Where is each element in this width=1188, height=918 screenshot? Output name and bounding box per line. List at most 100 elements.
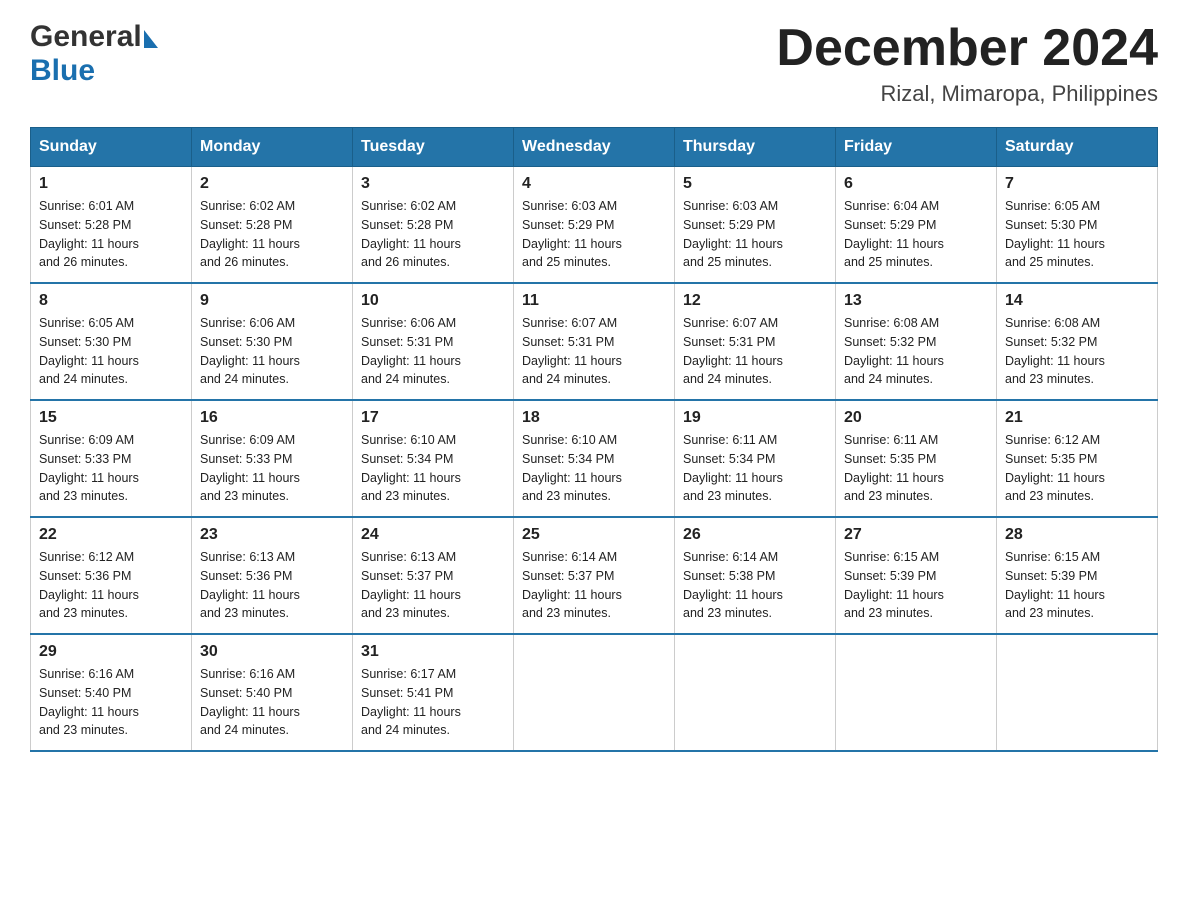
calendar-cell: 2 Sunrise: 6:02 AM Sunset: 5:28 PM Dayli…	[192, 167, 353, 284]
calendar-cell: 30 Sunrise: 6:16 AM Sunset: 5:40 PM Dayl…	[192, 634, 353, 751]
calendar-cell: 27 Sunrise: 6:15 AM Sunset: 5:39 PM Dayl…	[836, 517, 997, 634]
title-section: December 2024 Rizal, Mimaropa, Philippin…	[776, 20, 1158, 107]
day-header-monday: Monday	[192, 128, 353, 167]
calendar-cell: 28 Sunrise: 6:15 AM Sunset: 5:39 PM Dayl…	[997, 517, 1158, 634]
calendar-cell: 24 Sunrise: 6:13 AM Sunset: 5:37 PM Dayl…	[353, 517, 514, 634]
calendar-cell: 8 Sunrise: 6:05 AM Sunset: 5:30 PM Dayli…	[31, 283, 192, 400]
location-title: Rizal, Mimaropa, Philippines	[776, 81, 1158, 107]
day-info: Sunrise: 6:08 AM Sunset: 5:32 PM Dayligh…	[844, 316, 944, 386]
day-info: Sunrise: 6:16 AM Sunset: 5:40 PM Dayligh…	[200, 667, 300, 737]
day-header-wednesday: Wednesday	[514, 128, 675, 167]
day-info: Sunrise: 6:05 AM Sunset: 5:30 PM Dayligh…	[1005, 199, 1105, 269]
day-info: Sunrise: 6:04 AM Sunset: 5:29 PM Dayligh…	[844, 199, 944, 269]
calendar-cell: 18 Sunrise: 6:10 AM Sunset: 5:34 PM Dayl…	[514, 400, 675, 517]
calendar-cell: 10 Sunrise: 6:06 AM Sunset: 5:31 PM Dayl…	[353, 283, 514, 400]
day-info: Sunrise: 6:05 AM Sunset: 5:30 PM Dayligh…	[39, 316, 139, 386]
day-info: Sunrise: 6:11 AM Sunset: 5:34 PM Dayligh…	[683, 433, 783, 503]
calendar-cell: 12 Sunrise: 6:07 AM Sunset: 5:31 PM Dayl…	[675, 283, 836, 400]
calendar-cell: 15 Sunrise: 6:09 AM Sunset: 5:33 PM Dayl…	[31, 400, 192, 517]
day-number: 21	[1005, 409, 1149, 427]
calendar-cell: 29 Sunrise: 6:16 AM Sunset: 5:40 PM Dayl…	[31, 634, 192, 751]
day-number: 6	[844, 175, 988, 193]
calendar-week-row: 22 Sunrise: 6:12 AM Sunset: 5:36 PM Dayl…	[31, 517, 1158, 634]
calendar-table: SundayMondayTuesdayWednesdayThursdayFrid…	[30, 127, 1158, 752]
calendar-week-row: 15 Sunrise: 6:09 AM Sunset: 5:33 PM Dayl…	[31, 400, 1158, 517]
calendar-cell: 7 Sunrise: 6:05 AM Sunset: 5:30 PM Dayli…	[997, 167, 1158, 284]
day-info: Sunrise: 6:17 AM Sunset: 5:41 PM Dayligh…	[361, 667, 461, 737]
day-info: Sunrise: 6:01 AM Sunset: 5:28 PM Dayligh…	[39, 199, 139, 269]
day-number: 27	[844, 526, 988, 544]
day-info: Sunrise: 6:07 AM Sunset: 5:31 PM Dayligh…	[522, 316, 622, 386]
calendar-cell	[836, 634, 997, 751]
day-number: 17	[361, 409, 505, 427]
calendar-cell: 31 Sunrise: 6:17 AM Sunset: 5:41 PM Dayl…	[353, 634, 514, 751]
day-number: 18	[522, 409, 666, 427]
day-info: Sunrise: 6:06 AM Sunset: 5:31 PM Dayligh…	[361, 316, 461, 386]
day-number: 7	[1005, 175, 1149, 193]
logo-general-text: General	[30, 20, 142, 54]
day-info: Sunrise: 6:03 AM Sunset: 5:29 PM Dayligh…	[683, 199, 783, 269]
day-number: 4	[522, 175, 666, 193]
logo: General Blue	[30, 20, 158, 88]
day-info: Sunrise: 6:02 AM Sunset: 5:28 PM Dayligh…	[361, 199, 461, 269]
day-info: Sunrise: 6:02 AM Sunset: 5:28 PM Dayligh…	[200, 199, 300, 269]
calendar-cell: 22 Sunrise: 6:12 AM Sunset: 5:36 PM Dayl…	[31, 517, 192, 634]
day-number: 8	[39, 292, 183, 310]
day-header-sunday: Sunday	[31, 128, 192, 167]
logo-arrow-icon	[144, 30, 158, 48]
day-info: Sunrise: 6:13 AM Sunset: 5:36 PM Dayligh…	[200, 550, 300, 620]
day-number: 28	[1005, 526, 1149, 544]
calendar-week-row: 1 Sunrise: 6:01 AM Sunset: 5:28 PM Dayli…	[31, 167, 1158, 284]
calendar-cell: 16 Sunrise: 6:09 AM Sunset: 5:33 PM Dayl…	[192, 400, 353, 517]
day-number: 19	[683, 409, 827, 427]
calendar-week-row: 29 Sunrise: 6:16 AM Sunset: 5:40 PM Dayl…	[31, 634, 1158, 751]
logo-blue-text: Blue	[30, 54, 95, 88]
calendar-cell: 5 Sunrise: 6:03 AM Sunset: 5:29 PM Dayli…	[675, 167, 836, 284]
day-number: 15	[39, 409, 183, 427]
calendar-cell: 9 Sunrise: 6:06 AM Sunset: 5:30 PM Dayli…	[192, 283, 353, 400]
calendar-cell: 13 Sunrise: 6:08 AM Sunset: 5:32 PM Dayl…	[836, 283, 997, 400]
calendar-cell	[997, 634, 1158, 751]
calendar-cell: 14 Sunrise: 6:08 AM Sunset: 5:32 PM Dayl…	[997, 283, 1158, 400]
day-info: Sunrise: 6:10 AM Sunset: 5:34 PM Dayligh…	[522, 433, 622, 503]
day-header-thursday: Thursday	[675, 128, 836, 167]
day-number: 29	[39, 643, 183, 661]
month-title: December 2024	[776, 20, 1158, 77]
day-info: Sunrise: 6:11 AM Sunset: 5:35 PM Dayligh…	[844, 433, 944, 503]
day-number: 3	[361, 175, 505, 193]
calendar-cell: 3 Sunrise: 6:02 AM Sunset: 5:28 PM Dayli…	[353, 167, 514, 284]
day-info: Sunrise: 6:16 AM Sunset: 5:40 PM Dayligh…	[39, 667, 139, 737]
calendar-cell: 25 Sunrise: 6:14 AM Sunset: 5:37 PM Dayl…	[514, 517, 675, 634]
day-info: Sunrise: 6:13 AM Sunset: 5:37 PM Dayligh…	[361, 550, 461, 620]
day-info: Sunrise: 6:12 AM Sunset: 5:36 PM Dayligh…	[39, 550, 139, 620]
day-info: Sunrise: 6:06 AM Sunset: 5:30 PM Dayligh…	[200, 316, 300, 386]
day-info: Sunrise: 6:12 AM Sunset: 5:35 PM Dayligh…	[1005, 433, 1105, 503]
day-number: 2	[200, 175, 344, 193]
day-number: 12	[683, 292, 827, 310]
calendar-cell: 26 Sunrise: 6:14 AM Sunset: 5:38 PM Dayl…	[675, 517, 836, 634]
calendar-cell	[514, 634, 675, 751]
calendar-cell: 21 Sunrise: 6:12 AM Sunset: 5:35 PM Dayl…	[997, 400, 1158, 517]
calendar-cell: 11 Sunrise: 6:07 AM Sunset: 5:31 PM Dayl…	[514, 283, 675, 400]
day-info: Sunrise: 6:14 AM Sunset: 5:38 PM Dayligh…	[683, 550, 783, 620]
calendar-cell: 23 Sunrise: 6:13 AM Sunset: 5:36 PM Dayl…	[192, 517, 353, 634]
calendar-week-row: 8 Sunrise: 6:05 AM Sunset: 5:30 PM Dayli…	[31, 283, 1158, 400]
day-header-friday: Friday	[836, 128, 997, 167]
day-number: 26	[683, 526, 827, 544]
day-header-tuesday: Tuesday	[353, 128, 514, 167]
calendar-cell: 1 Sunrise: 6:01 AM Sunset: 5:28 PM Dayli…	[31, 167, 192, 284]
day-number: 9	[200, 292, 344, 310]
day-info: Sunrise: 6:15 AM Sunset: 5:39 PM Dayligh…	[844, 550, 944, 620]
calendar-cell: 6 Sunrise: 6:04 AM Sunset: 5:29 PM Dayli…	[836, 167, 997, 284]
day-number: 23	[200, 526, 344, 544]
day-number: 13	[844, 292, 988, 310]
day-number: 1	[39, 175, 183, 193]
day-info: Sunrise: 6:09 AM Sunset: 5:33 PM Dayligh…	[200, 433, 300, 503]
calendar-cell: 20 Sunrise: 6:11 AM Sunset: 5:35 PM Dayl…	[836, 400, 997, 517]
day-info: Sunrise: 6:15 AM Sunset: 5:39 PM Dayligh…	[1005, 550, 1105, 620]
day-header-saturday: Saturday	[997, 128, 1158, 167]
day-number: 30	[200, 643, 344, 661]
calendar-cell	[675, 634, 836, 751]
day-number: 22	[39, 526, 183, 544]
day-info: Sunrise: 6:03 AM Sunset: 5:29 PM Dayligh…	[522, 199, 622, 269]
